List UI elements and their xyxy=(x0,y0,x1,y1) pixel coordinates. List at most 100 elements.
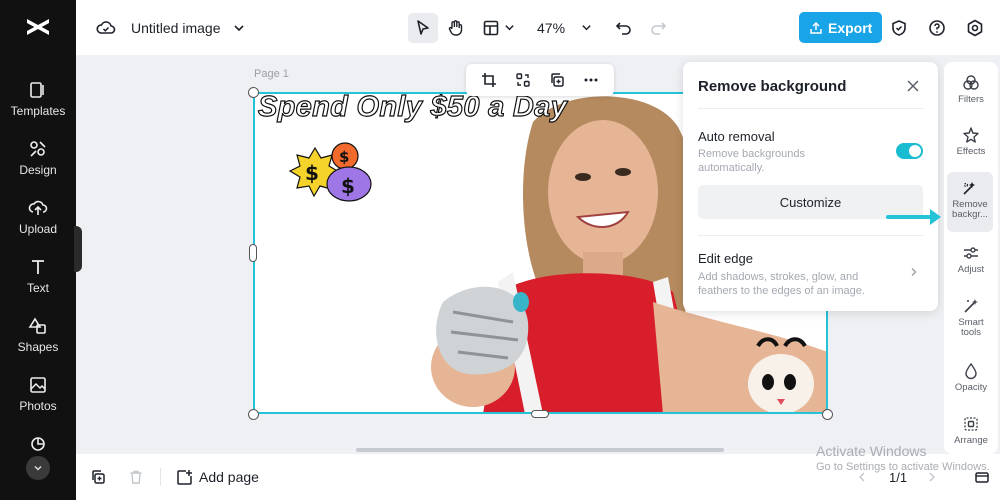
sidebar-item-photos[interactable]: Photos xyxy=(0,375,76,413)
undo-button[interactable] xyxy=(615,0,633,55)
edit-edge-row[interactable]: Edit edge Add shadows, strokes, glow, an… xyxy=(683,238,938,308)
design-icon xyxy=(30,141,46,157)
pointer-arrow-head xyxy=(930,209,941,225)
resize-handle-bottom-right[interactable] xyxy=(822,409,833,420)
close-icon[interactable] xyxy=(905,78,921,94)
smart-tools-icon xyxy=(964,299,978,313)
templates-icon xyxy=(30,82,44,98)
sidebar-item-label: Text xyxy=(26,281,49,295)
right-tool-adjust[interactable]: Adjust xyxy=(944,244,998,275)
arrange-icon xyxy=(964,417,978,431)
sidebar-item-text[interactable]: Text xyxy=(0,257,76,295)
filters-icon xyxy=(963,75,979,90)
right-tool-label: backgr... xyxy=(952,209,988,220)
sidebar-item-label: Templates xyxy=(10,104,66,118)
chevron-down-icon xyxy=(233,24,244,31)
export-button[interactable]: Export xyxy=(799,12,883,43)
layout-icon xyxy=(483,20,499,35)
layout-dropdown[interactable] xyxy=(482,0,515,55)
undo-icon xyxy=(615,21,631,35)
right-tool-opacity[interactable]: Opacity xyxy=(944,362,998,393)
right-tool-label: Adjust xyxy=(957,264,985,275)
edit-edge-desc-line1: Add shadows, strokes, glow, and xyxy=(698,271,859,283)
hand-icon xyxy=(448,19,463,36)
help-button[interactable] xyxy=(928,0,946,55)
right-tool-smart-tools[interactable]: Smart tools xyxy=(944,297,998,338)
edit-edge-desc-line2: feathers to the edges of an image. xyxy=(698,285,865,297)
divider xyxy=(698,235,923,236)
sidebar-item-design[interactable]: Design xyxy=(0,139,76,177)
top-bar: Untitled image 47% Export xyxy=(76,0,1000,55)
redo-icon xyxy=(651,21,667,35)
upload-icon xyxy=(28,200,48,215)
sidebar-item-more[interactable] xyxy=(0,434,76,458)
auto-removal-desc-line1: Remove backgrounds xyxy=(698,148,806,160)
audio-icon xyxy=(31,437,45,451)
crop-icon[interactable] xyxy=(481,72,497,88)
sidebar-resize-handle[interactable] xyxy=(74,226,82,272)
right-tool-remove-background[interactable]: Remove backgr... xyxy=(947,172,993,232)
headline-text[interactable]: Spend Only $50 a Day xyxy=(257,92,567,124)
shield-icon xyxy=(892,19,906,36)
chevron-down-icon xyxy=(34,465,42,471)
document-title-dropdown[interactable]: Untitled image xyxy=(131,0,245,55)
redo-button[interactable] xyxy=(649,0,667,55)
settings-button[interactable] xyxy=(966,0,984,55)
right-tool-label: Effects xyxy=(956,146,986,157)
divider xyxy=(160,468,161,486)
zoom-dropdown[interactable]: 47% xyxy=(537,0,592,55)
help-icon xyxy=(929,19,945,36)
right-tool-label: tools xyxy=(960,327,982,338)
sidebar-collapse-button[interactable] xyxy=(26,456,50,480)
auto-removal-title: Auto removal xyxy=(698,129,775,144)
export-icon xyxy=(810,21,822,34)
shield-button[interactable] xyxy=(890,0,908,55)
photos-icon xyxy=(30,377,46,393)
windows-activation-subtitle: Go to Settings to activate Windows. xyxy=(816,461,990,473)
add-page-button[interactable]: Add page xyxy=(176,454,259,500)
face-sticker[interactable] xyxy=(743,332,818,414)
floating-toolbar xyxy=(466,64,614,96)
pointer-arrow xyxy=(886,215,932,219)
resize-handle-bottom[interactable] xyxy=(531,410,549,418)
resize-handle-bottom-left[interactable] xyxy=(248,409,259,420)
customize-button[interactable]: Customize xyxy=(698,185,923,219)
svg-text:$: $ xyxy=(341,174,355,198)
zoom-level: 47% xyxy=(537,19,566,36)
resize-handle-top-left[interactable] xyxy=(248,87,259,98)
sidebar-item-label: Photos xyxy=(19,399,57,413)
opacity-icon xyxy=(965,362,977,380)
cloud-sync-icon[interactable] xyxy=(96,0,116,55)
right-tool-effects[interactable]: Effects xyxy=(944,126,998,157)
divider xyxy=(698,108,923,109)
capcut-logo-icon[interactable] xyxy=(23,12,53,42)
edit-edge-title: Edit edge xyxy=(698,251,753,266)
right-tool-filters[interactable]: Filters xyxy=(944,74,998,105)
shapes-icon xyxy=(28,317,46,334)
auto-removal-toggle[interactable] xyxy=(896,143,923,159)
resize-handle-left[interactable] xyxy=(249,244,257,262)
right-tool-label: Opacity xyxy=(954,382,988,393)
sidebar-item-templates[interactable]: Templates xyxy=(0,80,76,118)
chevron-down-icon xyxy=(505,25,514,31)
auto-removal-desc-line2: automatically. xyxy=(698,162,765,174)
more-options-icon[interactable] xyxy=(583,72,599,88)
right-tool-arrange[interactable]: Arrange xyxy=(944,415,998,446)
right-toolbar: Filters Effects Remove backgr... Adjust … xyxy=(944,62,998,454)
sidebar-item-shapes[interactable]: Shapes xyxy=(0,316,76,354)
horizontal-scrollbar[interactable] xyxy=(356,448,724,452)
right-tool-label: Filters xyxy=(958,94,984,105)
cursor-icon xyxy=(417,19,429,35)
add-page-label: Add page xyxy=(199,469,259,485)
hand-tool-button[interactable] xyxy=(441,13,471,43)
sidebar-item-upload[interactable]: Upload xyxy=(0,198,76,236)
delete-page-button[interactable] xyxy=(128,454,144,500)
select-tool-button[interactable] xyxy=(408,12,438,43)
export-label: Export xyxy=(828,19,873,36)
duplicate-page-button[interactable] xyxy=(90,454,106,500)
duplicate-icon[interactable] xyxy=(549,72,565,88)
money-sticker[interactable]: $ $ $ xyxy=(287,142,375,206)
trash-icon xyxy=(130,470,142,484)
right-tool-label: Arrange xyxy=(954,435,988,446)
replace-icon[interactable] xyxy=(515,72,531,88)
